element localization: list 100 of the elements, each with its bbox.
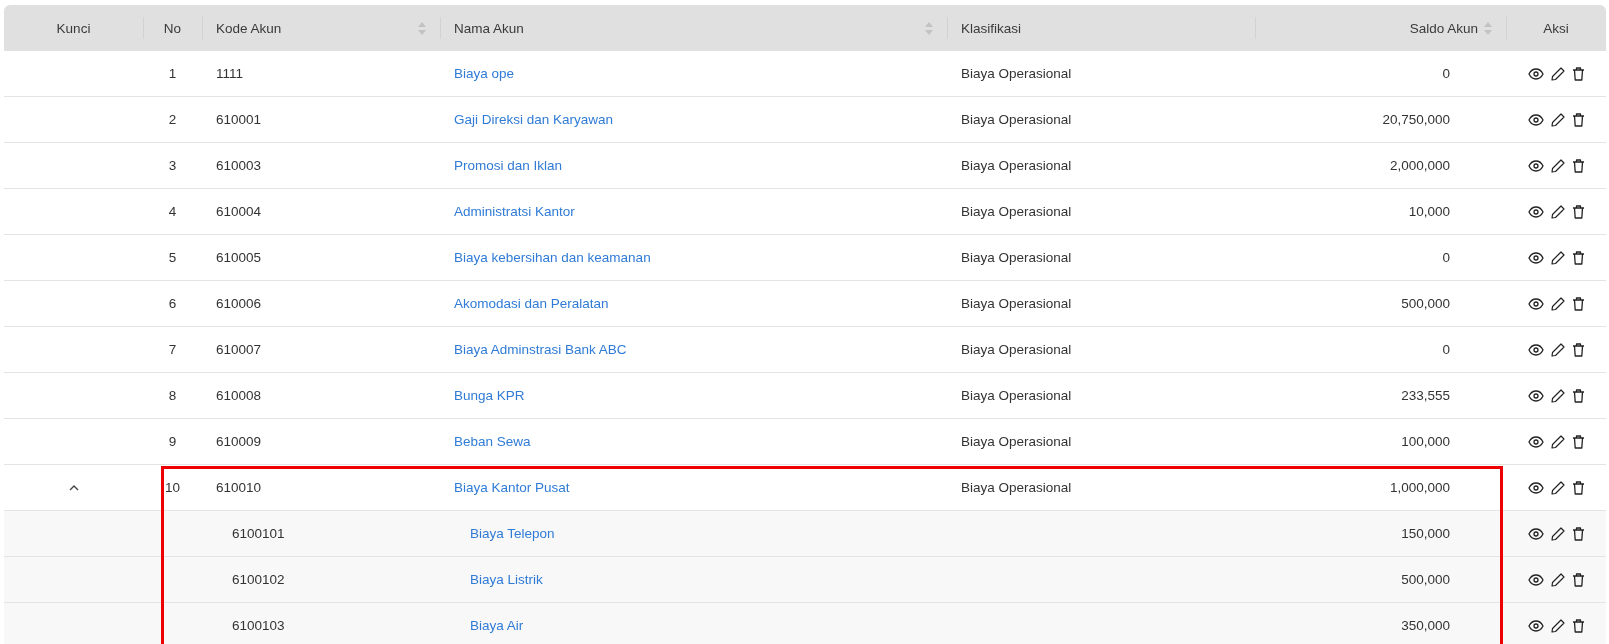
column-header: Kunci [56,20,91,36]
pencil-icon[interactable] [1550,204,1565,219]
pencil-icon[interactable] [1550,342,1565,357]
balance-cell: 0 [1442,66,1450,81]
pencil-icon[interactable] [1550,296,1565,311]
account-name-link[interactable]: Biaya Listrik [470,572,543,587]
account-code: 1111 [216,66,244,81]
chevron-icon[interactable] [68,484,79,491]
trash-icon[interactable] [1571,526,1585,541]
classification-cell: Biaya Operasional [961,342,1072,357]
pencil-icon[interactable] [1550,572,1565,587]
trash-icon[interactable] [1571,342,1585,357]
row-number: 1 [168,66,177,81]
row-number: 6 [168,296,177,311]
pencil-icon[interactable] [1550,434,1565,449]
balance-cell: 100,000 [1401,434,1450,449]
row-number: 8 [168,388,177,403]
pencil-icon[interactable] [1550,66,1565,81]
eye-icon[interactable] [1527,343,1544,356]
account-name-link[interactable]: Gaji Direksi dan Karyawan [454,112,614,127]
account-code: 610006 [216,296,262,311]
column-header: Nama Akun [454,20,524,36]
balance-cell: 2,000,000 [1389,158,1450,173]
column-header: No [163,20,182,36]
classification-cell: Biaya Operasional [961,250,1072,265]
column-header: Saldo Akun [1409,20,1478,36]
pencil-icon[interactable] [1550,112,1565,127]
trash-icon[interactable] [1571,388,1585,403]
trash-icon[interactable] [1571,158,1585,173]
trash-icon[interactable] [1571,112,1585,127]
account-name-link[interactable]: Biaya ope [454,66,515,81]
account-code: 610003 [216,158,262,173]
row-number: 7 [168,342,177,357]
trash-icon[interactable] [1571,434,1585,449]
account-code: 610001 [216,112,262,127]
classification-cell: Biaya Operasional [961,112,1072,127]
classification-cell: Biaya Operasional [961,66,1072,81]
eye-icon[interactable] [1527,389,1544,402]
pencil-icon[interactable] [1550,526,1565,541]
account-name-link[interactable]: Administratsi Kantor [454,204,575,219]
pencil-icon[interactable] [1550,618,1565,633]
column-header: Klasifikasi [961,20,1022,36]
row-number: 9 [168,434,177,449]
eye-icon[interactable] [1527,527,1544,540]
eye-icon[interactable] [1527,205,1544,218]
balance-cell: 0 [1442,250,1450,265]
trash-icon[interactable] [1571,480,1585,495]
column-header: Kode Akun [216,20,282,36]
account-code: 610005 [216,250,262,265]
eye-icon[interactable] [1527,619,1544,632]
trash-icon[interactable] [1571,572,1585,587]
classification-cell: Biaya Operasional [961,204,1072,219]
eye-icon[interactable] [1527,435,1544,448]
account-code: 610008 [216,388,262,403]
eye-icon[interactable] [1527,297,1544,310]
account-code: 610004 [216,204,262,219]
account-name-link[interactable]: Biaya Telepon [470,526,555,541]
account-code: 6100101 [232,526,285,541]
account-name-link[interactable]: Akomodasi dan Peralatan [454,296,609,311]
account-code: 6100102 [232,572,285,587]
classification-cell: Biaya Operasional [961,480,1072,495]
eye-icon[interactable] [1527,67,1544,80]
account-name-link[interactable]: Beban Sewa [454,434,531,449]
pencil-icon[interactable] [1550,158,1565,173]
pencil-icon[interactable] [1550,250,1565,265]
account-code: 6100103 [232,618,285,633]
classification-cell: Biaya Operasional [961,388,1072,403]
classification-cell: Biaya Operasional [961,158,1072,173]
row-number: 10 [165,480,180,495]
trash-icon[interactable] [1571,618,1585,633]
trash-icon[interactable] [1571,66,1585,81]
pencil-icon[interactable] [1550,388,1565,403]
column-header: Aksi [1543,20,1569,36]
account-name-link[interactable]: Bunga KPR [454,388,525,403]
trash-icon[interactable] [1571,204,1585,219]
eye-icon[interactable] [1527,573,1544,586]
balance-cell: 0 [1442,342,1450,357]
balance-cell: 233,555 [1401,388,1450,403]
pencil-icon[interactable] [1550,480,1565,495]
eye-icon[interactable] [1527,159,1544,172]
account-name-link[interactable]: Promosi dan Iklan [454,158,563,173]
account-code: 610007 [216,342,262,357]
balance-cell: 500,000 [1401,572,1450,587]
eye-icon[interactable] [1527,251,1544,264]
account-name-link[interactable]: Biaya kebersihan dan keamanan [454,250,651,265]
balance-cell: 1,000,000 [1389,480,1450,495]
eye-icon[interactable] [1527,481,1544,494]
account-code: 610010 [216,480,262,495]
trash-icon[interactable] [1571,296,1585,311]
account-name-link[interactable]: Biaya Kantor Pusat [454,480,570,495]
balance-cell: 500,000 [1401,296,1450,311]
eye-icon[interactable] [1527,113,1544,126]
balance-cell: 10,000 [1408,204,1450,219]
classification-cell: Biaya Operasional [961,296,1072,311]
balance-cell: 20,750,000 [1382,112,1450,127]
trash-icon[interactable] [1571,250,1585,265]
classification-cell: Biaya Operasional [961,434,1072,449]
account-name-link[interactable]: Biaya Adminstrasi Bank ABC [454,342,627,357]
account-name-link[interactable]: Biaya Air [470,618,524,633]
balance-cell: 350,000 [1401,618,1450,633]
